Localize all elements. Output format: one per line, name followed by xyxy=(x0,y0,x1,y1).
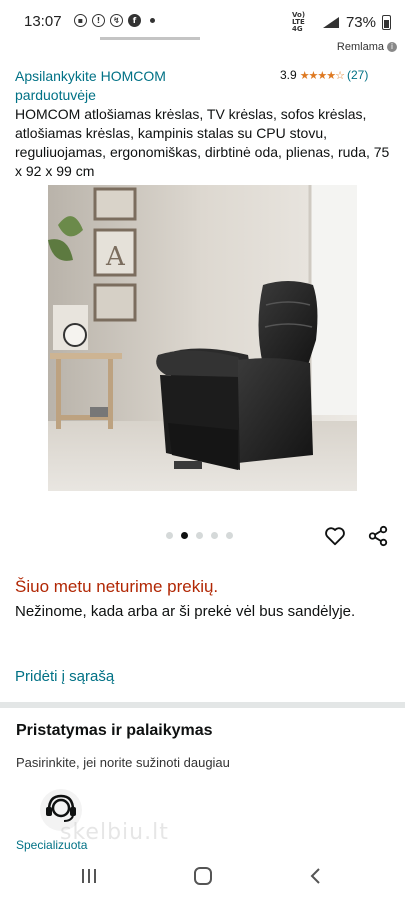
rating-summary[interactable]: 3.9 ★★★★☆ (27) xyxy=(280,68,368,82)
previous-content-strip xyxy=(100,37,200,40)
notification-icons: ▪ ! ↯ f xyxy=(74,14,155,27)
sponsored-text: Remlama xyxy=(336,41,384,53)
battery-percent: 73% xyxy=(345,14,376,31)
delivery-subtitle: Pasirinkite, jei norite sužinoti daugiau xyxy=(16,755,230,770)
product-title: HOMCOM atlošiamas krėslas, TV krėslas, s… xyxy=(15,106,390,179)
facebook-icon: f xyxy=(128,14,141,27)
network-type: Vo) LTE 4G xyxy=(291,11,306,33)
signal-box-icon: ▪ xyxy=(74,14,87,27)
delivery-heading: Pristatymas ir palaikymas xyxy=(16,722,213,739)
availability-detail: Nežinome, kada arba ar ši prekė vėl bus … xyxy=(15,603,356,620)
signal-icon xyxy=(322,17,339,28)
battery-icon xyxy=(382,15,391,30)
carousel-dot[interactable] xyxy=(226,532,233,539)
system-navigation-bar xyxy=(0,852,405,900)
info-icon[interactable]: i xyxy=(387,42,397,52)
sponsored-label[interactable]: Remlama i xyxy=(337,41,397,53)
availability-status: Šiuo metu neturime prekių. xyxy=(15,577,219,596)
carousel-dot-active[interactable] xyxy=(181,532,188,539)
rating-stars-icon: ★★★★☆ xyxy=(299,68,345,82)
add-to-list-link[interactable]: Pridėti į sąrašą xyxy=(15,668,114,685)
recent-apps-icon[interactable] xyxy=(78,866,100,886)
store-link[interactable]: Apsilankykite HOMCOM parduotuvėje xyxy=(15,67,215,105)
status-time: 13:07 xyxy=(24,13,62,30)
messenger-icon: ↯ xyxy=(110,14,123,27)
section-divider xyxy=(0,702,405,708)
carousel-dot[interactable] xyxy=(196,532,203,539)
carousel-dot[interactable] xyxy=(211,532,218,539)
home-icon[interactable] xyxy=(193,866,213,886)
support-label[interactable]: Specializuota xyxy=(16,838,87,852)
back-icon[interactable] xyxy=(306,866,326,886)
status-bar: 13:07 ▪ ! ↯ f Vo) LTE 4G 73% xyxy=(0,0,405,42)
more-notifications-dot xyxy=(150,18,155,23)
image-carousel-dots[interactable] xyxy=(166,532,233,539)
recliner-photo: A xyxy=(48,185,357,491)
share-icon[interactable] xyxy=(367,525,389,547)
carousel-dot[interactable] xyxy=(166,532,173,539)
heart-icon[interactable] xyxy=(324,525,346,547)
system-indicators: Vo) LTE 4G 73% xyxy=(292,12,391,33)
rating-value: 3.9 xyxy=(280,68,297,82)
rating-count[interactable]: (27) xyxy=(347,68,368,82)
svg-text:A: A xyxy=(105,242,126,272)
alert-icon: ! xyxy=(92,14,105,27)
product-image[interactable]: A xyxy=(48,185,357,491)
